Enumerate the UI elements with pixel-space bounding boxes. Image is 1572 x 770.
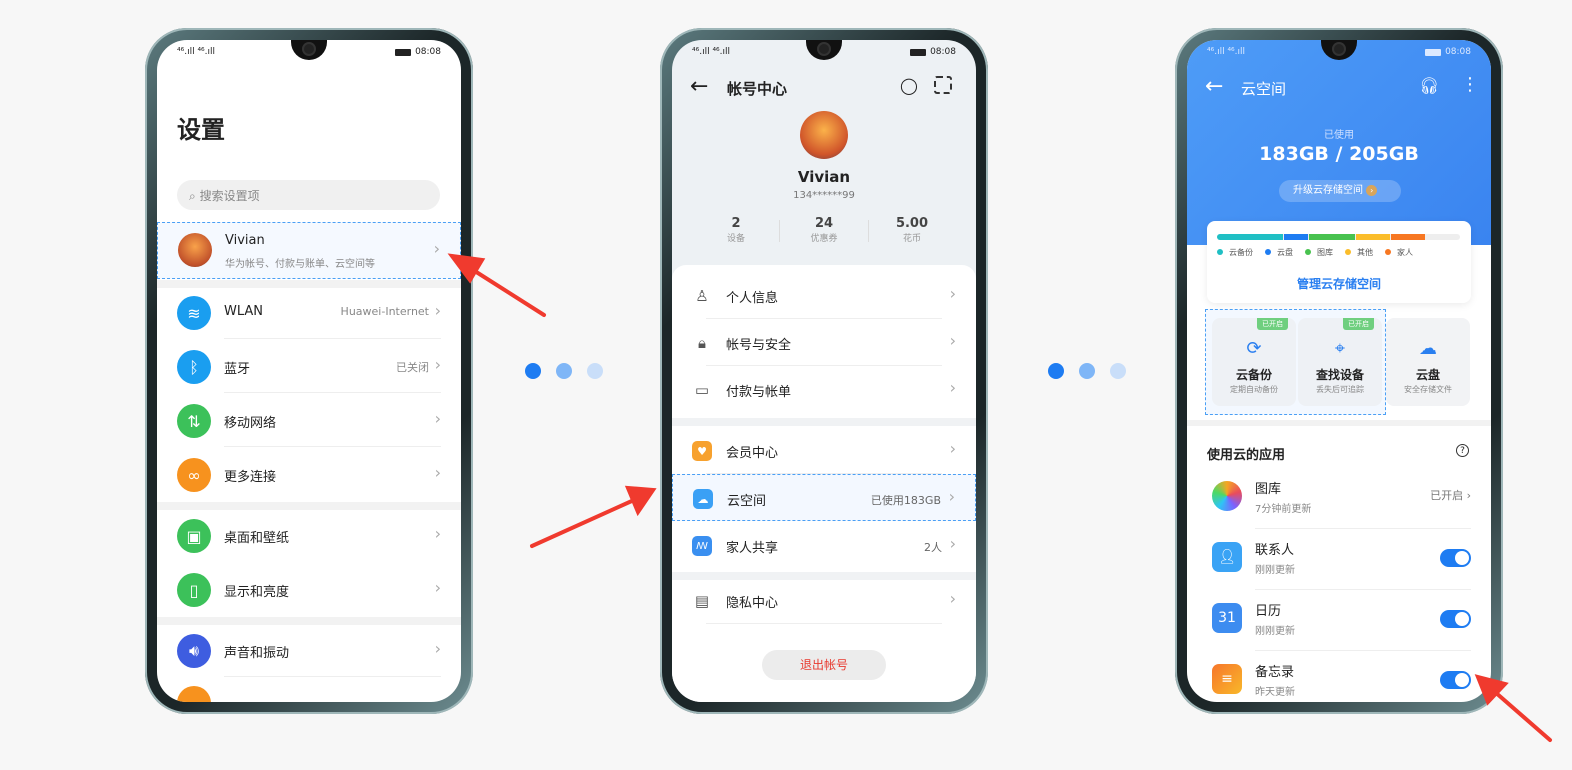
arrow-to-account — [468, 266, 546, 317]
arrow-to-cloud — [530, 498, 636, 548]
arrow-head — [624, 485, 657, 517]
arrow-to-toggle — [1493, 690, 1552, 742]
annotation-arrows — [447, 253, 1552, 742]
arrow-head — [447, 253, 486, 284]
